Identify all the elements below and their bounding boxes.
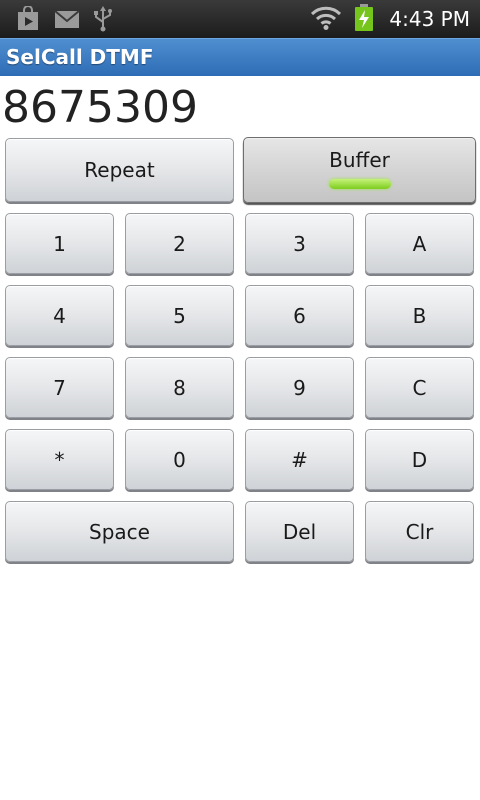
buffer-toggle-button[interactable]: Buffer — [243, 137, 476, 203]
clear-button-label: Clr — [405, 519, 434, 544]
delete-button[interactable]: Del — [245, 501, 354, 562]
key-6[interactable]: 6 — [245, 285, 354, 346]
key-label: 0 — [173, 447, 186, 472]
key-b[interactable]: B — [365, 285, 474, 346]
key-2[interactable]: 2 — [125, 213, 234, 274]
key-9[interactable]: 9 — [245, 357, 354, 418]
play-store-icon — [16, 5, 40, 36]
key-1[interactable]: 1 — [5, 213, 114, 274]
key-label: C — [412, 375, 427, 400]
key-a[interactable]: A — [365, 213, 474, 274]
key-label: # — [291, 447, 308, 472]
app-title: SelCall DTMF — [6, 45, 154, 69]
key-label: 4 — [53, 303, 66, 328]
key-label: A — [412, 231, 427, 256]
buffer-indicator-light — [328, 179, 391, 189]
gmail-icon — [54, 6, 80, 36]
key-4[interactable]: 4 — [5, 285, 114, 346]
key-c[interactable]: C — [365, 357, 474, 418]
key-label: 5 — [173, 303, 186, 328]
key-7[interactable]: 7 — [5, 357, 114, 418]
buffer-button-label: Buffer — [329, 148, 390, 172]
battery-charging-icon — [354, 4, 374, 36]
key-label: 9 — [293, 375, 306, 400]
key-label: 6 — [293, 303, 306, 328]
status-bar: 4:43 PM — [0, 0, 480, 38]
key-label: 3 — [293, 231, 306, 256]
key-label: 7 — [53, 375, 66, 400]
key-label: 8 — [173, 375, 186, 400]
key-label: D — [411, 447, 428, 472]
dtmf-display: 8675309 — [2, 82, 198, 133]
key-0[interactable]: 0 — [125, 429, 234, 490]
space-button-label: Space — [89, 519, 150, 544]
app-title-bar: SelCall DTMF — [0, 38, 480, 76]
repeat-button[interactable]: Repeat — [5, 138, 234, 202]
space-button[interactable]: Space — [5, 501, 234, 562]
key-label: * — [54, 447, 65, 472]
key-label: B — [412, 303, 427, 328]
key-star[interactable]: * — [5, 429, 114, 490]
key-8[interactable]: 8 — [125, 357, 234, 418]
repeat-button-label: Repeat — [84, 158, 155, 182]
status-time: 4:43 PM — [389, 7, 470, 31]
key-label: 1 — [53, 231, 66, 256]
key-label: 2 — [173, 231, 186, 256]
usb-icon — [92, 6, 114, 36]
clear-button[interactable]: Clr — [365, 501, 474, 562]
wifi-icon — [310, 5, 342, 35]
key-5[interactable]: 5 — [125, 285, 234, 346]
key-3[interactable]: 3 — [245, 213, 354, 274]
key-d[interactable]: D — [365, 429, 474, 490]
delete-button-label: Del — [282, 519, 317, 544]
key-hash[interactable]: # — [245, 429, 354, 490]
